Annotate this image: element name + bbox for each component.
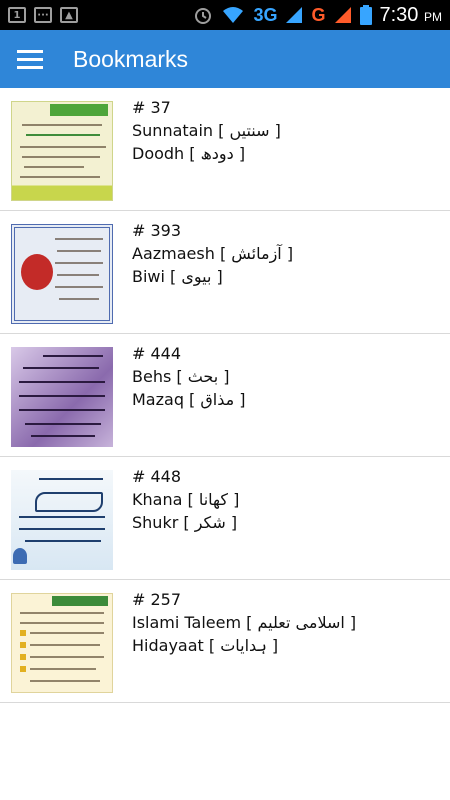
bookmark-word2: Biwi [ بیوی ] (132, 267, 223, 286)
bookmark-number: # 444 (132, 344, 182, 363)
bookmark-list: # 37 Sunnatain [ سنتیں ] Doodh [ دودھ ] … (0, 88, 450, 703)
bookmark-item[interactable]: # 257 Islami Taleem [ اسلامی تعلیم ] Hid… (0, 580, 450, 703)
bookmark-number: # 37 (132, 98, 171, 117)
status-left-icons: 1 ··· ▲ (8, 7, 78, 23)
bookmark-word1: Sunnatain [ سنتیں ] (132, 121, 281, 140)
bookmark-item[interactable]: # 37 Sunnatain [ سنتیں ] Doodh [ دودھ ] (0, 88, 450, 211)
hamburger-menu-icon (17, 50, 43, 69)
bookmark-thumbnail (11, 593, 113, 693)
battery-icon (359, 5, 372, 25)
status-right-icons: 3G G 7:30 PM (193, 4, 442, 27)
bookmark-info: # 257 Islami Taleem [ اسلامی تعلیم ] Hid… (132, 589, 356, 702)
clock: 7:30 PM (379, 3, 443, 26)
bookmark-info: # 448 Khana [ کھانا ] Shukr [ شکر ] (132, 466, 239, 579)
bookmark-thumbnail (11, 470, 113, 570)
alarm-icon (195, 8, 212, 24)
bookmark-word1: Aazmaesh [ آزمائش ] (132, 244, 294, 263)
bookmark-info: # 444 Behs [ بحث ] Mazaq [ مذاق ] (132, 343, 246, 456)
signal-icon-2 (334, 7, 351, 23)
bookmark-item[interactable]: # 444 Behs [ بحث ] Mazaq [ مذاق ] (0, 334, 450, 457)
menu-button[interactable] (0, 30, 60, 88)
bookmark-info: # 37 Sunnatain [ سنتیں ] Doodh [ دودھ ] (132, 97, 281, 210)
bookmark-word2: Hidayaat [ ہدایات ] (132, 636, 279, 655)
bookmark-word1: Islami Taleem [ اسلامی تعلیم ] (132, 613, 357, 632)
bookmark-word1: Khana [ کھانا ] (132, 490, 240, 509)
bookmark-word2: Mazaq [ مذاق ] (132, 390, 246, 409)
sim-icon: 1 (8, 7, 26, 23)
network-3g-label: 3G (253, 4, 278, 25)
bookmark-word1: Behs [ بحث ] (132, 367, 230, 386)
bookmark-item[interactable]: # 393 Aazmaesh [ آزمائش ] Biwi [ بیوی ] (0, 211, 450, 334)
bookmark-number: # 393 (132, 221, 182, 240)
bookmark-word2: Doodh [ دودھ ] (132, 144, 246, 163)
network-g-label: G (311, 4, 326, 25)
bookmark-number: # 448 (132, 467, 182, 486)
app-bar: Bookmarks (0, 30, 450, 88)
bookmark-number: # 257 (132, 590, 182, 609)
image-icon: ▲ (60, 7, 78, 23)
status-bar: 1 ··· ▲ 3G G 7:30 PM (0, 0, 450, 30)
page-title: Bookmarks (73, 45, 189, 72)
bookmark-thumbnail (11, 101, 113, 201)
bookmark-word2: Shukr [ شکر ] (132, 513, 238, 532)
signal-icon (286, 7, 303, 23)
bookmark-info: # 393 Aazmaesh [ آزمائش ] Biwi [ بیوی ] (132, 220, 293, 333)
message-icon: ··· (34, 7, 52, 23)
bookmark-thumbnail (11, 347, 113, 447)
bookmark-item[interactable]: # 448 Khana [ کھانا ] Shukr [ شکر ] (0, 457, 450, 580)
bookmark-thumbnail (11, 224, 113, 324)
wifi-icon (223, 7, 244, 23)
